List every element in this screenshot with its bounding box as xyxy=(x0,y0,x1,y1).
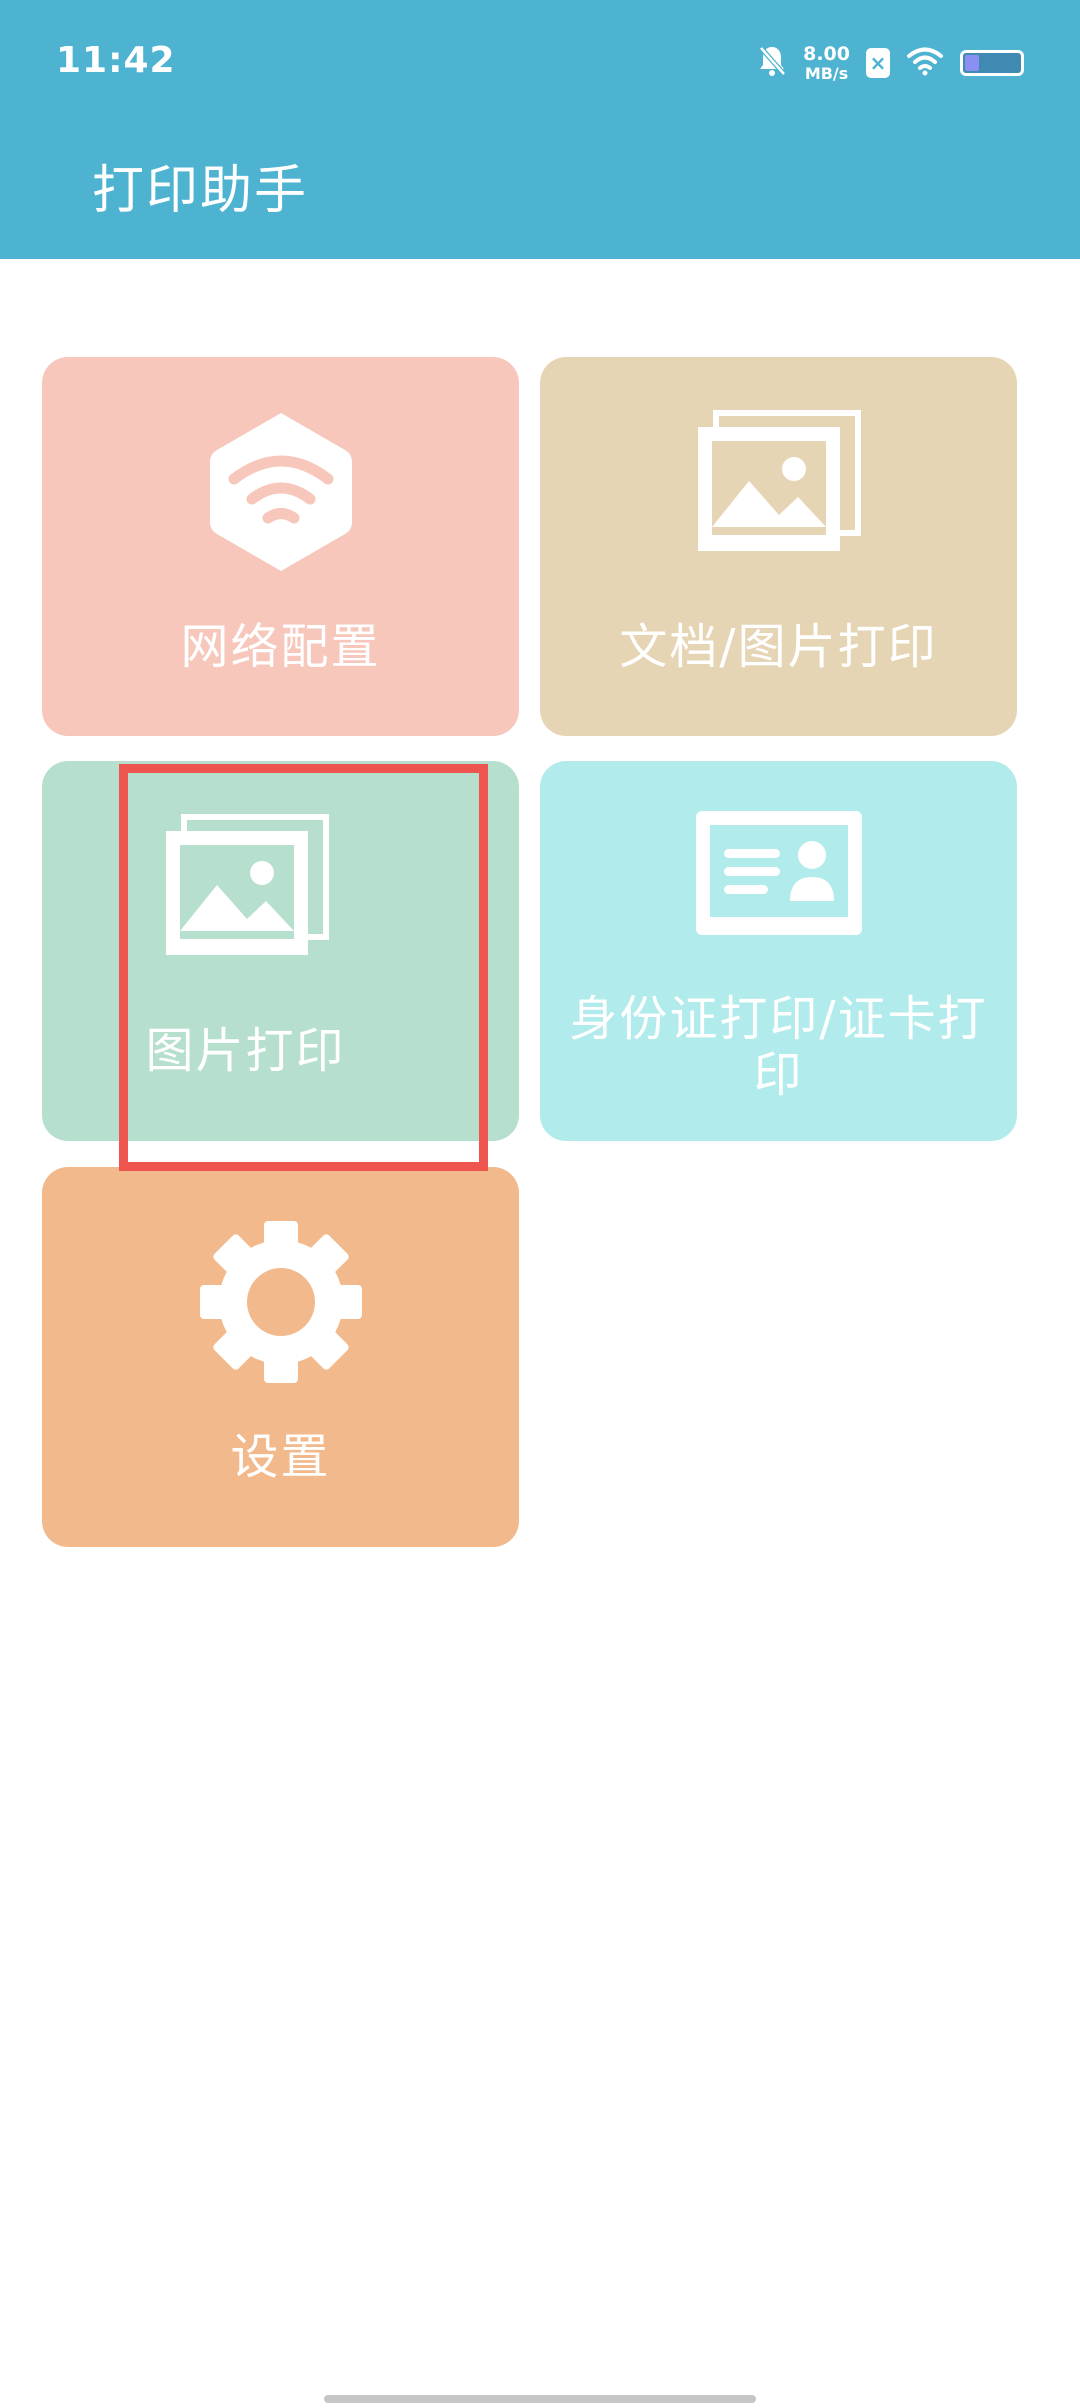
tile-document-image-print[interactable]: 文档/图片打印 xyxy=(540,357,1017,736)
sim-x-icon: × xyxy=(866,48,890,78)
wifi-hex-icon xyxy=(209,413,352,571)
network-speed-value: 8.00 xyxy=(803,42,850,65)
network-speed-unit: MB/s xyxy=(804,63,849,83)
tile-document-image-print-label: 文档/图片打印 xyxy=(619,619,938,675)
battery-level xyxy=(965,55,979,71)
tile-id-card-print[interactable]: 身份证打印/证卡打印 xyxy=(540,761,1017,1141)
app-title: 打印助手 xyxy=(92,161,309,221)
id-card-icon xyxy=(695,811,862,935)
status-time: 11:42 xyxy=(56,40,176,81)
tile-settings[interactable]: 设置 xyxy=(42,1167,519,1547)
wifi-icon xyxy=(906,46,944,80)
tile-network-config[interactable]: 网络配置 xyxy=(42,357,519,736)
tile-image-print[interactable]: 图片打印 xyxy=(42,761,519,1141)
bell-off-icon xyxy=(757,44,787,82)
image-stack-icon xyxy=(166,814,330,955)
gear-icon xyxy=(199,1221,362,1383)
app-header: 11:42 8.00 MB/s × 打印助手 xyxy=(0,0,1080,259)
tile-id-card-print-label: 身份证打印/证卡打印 xyxy=(569,991,988,1103)
home-indicator[interactable] xyxy=(324,2395,756,2403)
tile-network-config-label: 网络配置 xyxy=(180,619,381,675)
status-icons: 8.00 MB/s × xyxy=(757,38,1024,88)
tile-settings-label: 设置 xyxy=(230,1429,331,1485)
tile-image-print-label: 图片打印 xyxy=(145,1023,346,1079)
battery-icon xyxy=(960,50,1024,76)
image-stack-icon xyxy=(697,410,861,551)
network-speed: 8.00 MB/s xyxy=(803,42,850,83)
